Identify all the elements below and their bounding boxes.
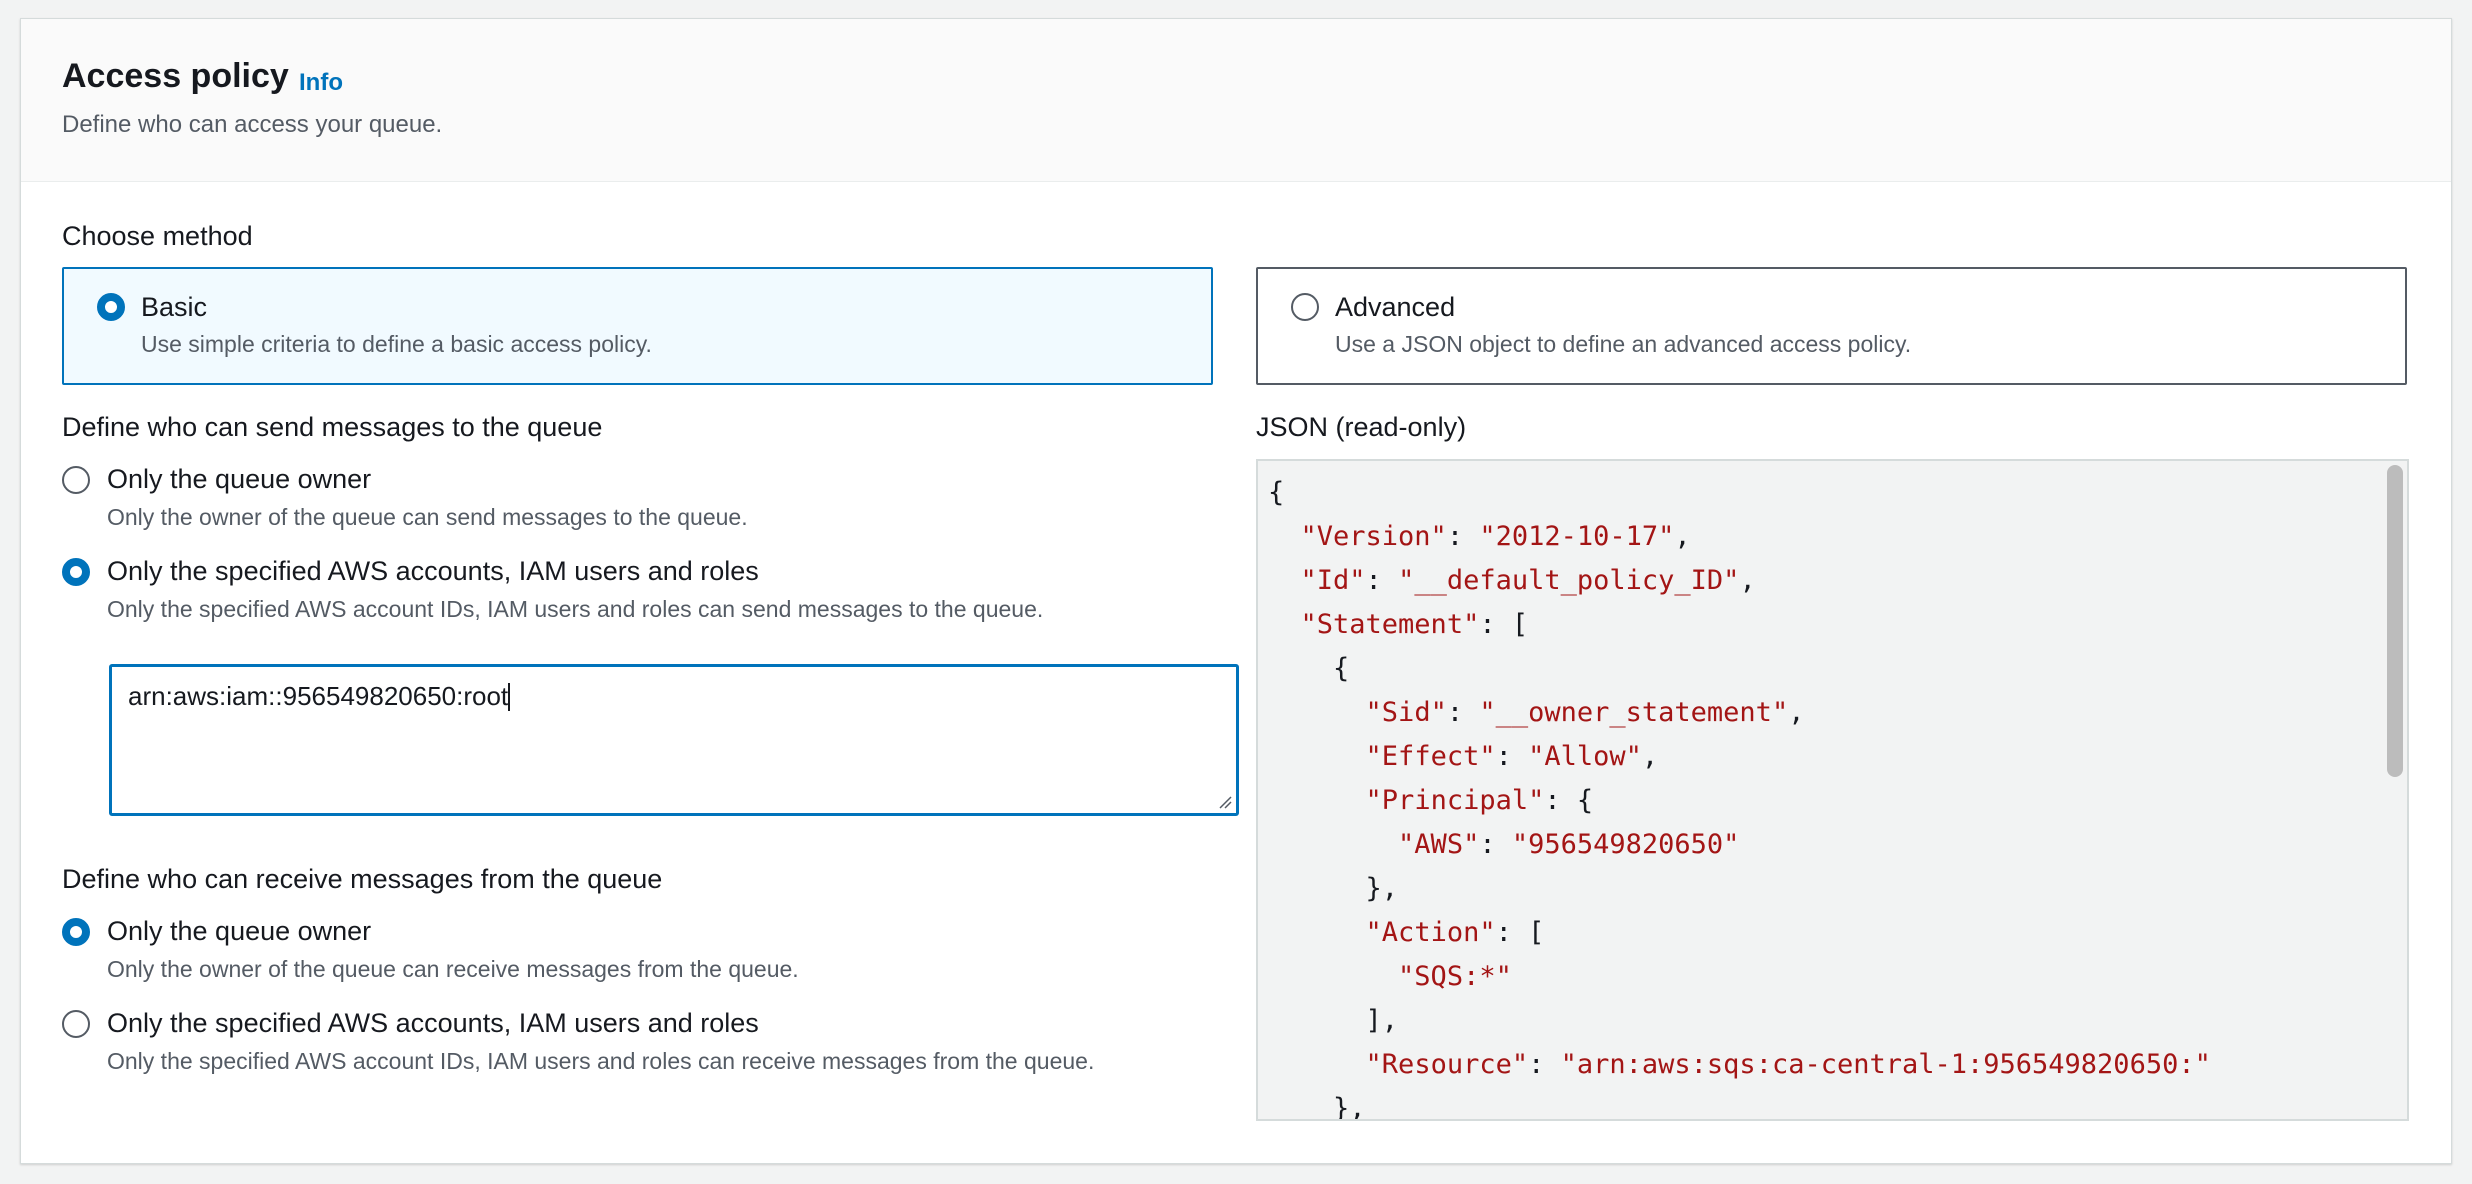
json-punct: : { <box>1544 785 1594 816</box>
json-punct <box>1268 521 1301 552</box>
access-policy-panel: Access policy Info Define who can access… <box>20 18 2452 1164</box>
json-punct: : <box>1446 697 1480 728</box>
resize-grip-icon[interactable] <box>1218 795 1232 809</box>
choose-method-label: Choose method <box>62 221 253 251</box>
json-punct: : [ <box>1479 609 1529 640</box>
send-specified-radio[interactable] <box>62 558 90 586</box>
send-principals-value: arn:aws:iam::956549820650:root <box>128 681 509 711</box>
json-line: "SQS:*" <box>1268 955 2211 999</box>
method-tile-basic[interactable]: Basic Use simple criteria to define a ba… <box>62 267 1213 385</box>
json-string: "arn:aws:sqs:ca-central-1:956549820650:" <box>1560 1049 2211 1080</box>
json-punct: { <box>1268 653 1350 684</box>
json-key: "Statement" <box>1300 609 1480 640</box>
panel-header: Access policy Info Define who can access… <box>21 19 2451 182</box>
json-key: "AWS" <box>1398 829 1480 860</box>
json-line: { <box>1268 647 2211 691</box>
send-owner-label: Only the queue owner <box>107 464 372 494</box>
json-punct <box>1268 785 1366 816</box>
json-punct <box>1268 741 1366 772</box>
json-key: "Id" <box>1300 565 1366 596</box>
send-section-label: Define who can send messages to the queu… <box>62 412 603 442</box>
json-string: "__owner_statement" <box>1479 697 1789 728</box>
json-punct <box>1268 961 1398 992</box>
json-string: "956549820650" <box>1511 829 1740 860</box>
basic-radio[interactable] <box>97 293 125 321</box>
json-punct: ], <box>1268 1005 1399 1036</box>
page-title: Access policy <box>62 57 289 95</box>
send-specified-description: Only the specified AWS account IDs, IAM … <box>107 596 1044 622</box>
send-owner-description: Only the owner of the queue can send mes… <box>107 504 748 530</box>
json-key: "Principal" <box>1365 785 1545 816</box>
json-key: "Version" <box>1300 521 1447 552</box>
json-viewer[interactable]: { "Version": "2012-10-17", "Id": "__defa… <box>1256 459 2409 1121</box>
json-line: "Id": "__default_policy_ID", <box>1268 559 2211 603</box>
json-label: JSON (read-only) <box>1256 412 1467 442</box>
json-line: }, <box>1268 867 2211 911</box>
json-line: "Sid": "__owner_statement", <box>1268 691 2211 735</box>
text-caret <box>508 683 511 711</box>
json-punct: : <box>1528 1049 1561 1080</box>
json-punct <box>1268 917 1366 948</box>
json-line: "Effect": "Allow", <box>1268 735 2211 779</box>
json-key: "Sid" <box>1365 697 1447 728</box>
json-line: "Version": "2012-10-17", <box>1268 515 2211 559</box>
json-punct: : <box>1446 521 1480 552</box>
json-code: { "Version": "2012-10-17", "Id": "__defa… <box>1268 471 2211 1121</box>
json-punct <box>1268 697 1366 728</box>
json-punct: : <box>1365 565 1399 596</box>
basic-description: Use simple criteria to define a basic ac… <box>141 331 652 357</box>
json-key: "Action" <box>1365 917 1496 948</box>
json-punct <box>1268 1049 1366 1080</box>
receive-section-label: Define who can receive messages from the… <box>62 864 663 894</box>
json-punct: : <box>1479 829 1512 860</box>
json-scrollbar-thumb[interactable] <box>2387 465 2403 777</box>
json-line: "Resource": "arn:aws:sqs:ca-central-1:95… <box>1268 1043 2211 1087</box>
send-principals-textarea[interactable]: arn:aws:iam::956549820650:root <box>109 664 1239 816</box>
receive-specified-description: Only the specified AWS account IDs, IAM … <box>107 1048 1095 1074</box>
json-punct: }, <box>1268 873 1399 904</box>
json-line: "Statement": [ <box>1268 603 2211 647</box>
json-punct: , <box>1641 741 1659 772</box>
json-punct: }, <box>1268 1093 1366 1121</box>
json-line: { <box>1268 471 2211 515</box>
json-punct: : [ <box>1495 917 1545 948</box>
page-subtitle: Define who can access your queue. <box>62 111 443 138</box>
method-tile-advanced[interactable]: Advanced Use a JSON object to define an … <box>1256 267 2407 385</box>
json-punct: , <box>1739 565 1756 596</box>
json-string: "SQS:*" <box>1398 961 1512 992</box>
json-line: "Principal": { <box>1268 779 2211 823</box>
receive-owner-label: Only the queue owner <box>107 916 372 946</box>
json-punct: : <box>1495 741 1529 772</box>
send-owner-radio[interactable] <box>62 466 90 494</box>
json-punct: , <box>1788 697 1805 728</box>
json-punct <box>1268 609 1301 640</box>
advanced-description: Use a JSON object to define an advanced … <box>1335 331 1912 357</box>
info-link[interactable]: Info <box>299 69 343 97</box>
json-scrollbar[interactable] <box>2385 465 2403 1117</box>
advanced-label: Advanced <box>1335 292 1456 322</box>
json-punct <box>1268 829 1398 860</box>
receive-owner-description: Only the owner of the queue can receive … <box>107 956 799 982</box>
json-string: "__default_policy_ID" <box>1398 565 1740 596</box>
json-key: "Effect" <box>1365 741 1496 772</box>
json-punct: { <box>1268 477 1285 508</box>
json-line: }, <box>1268 1087 2211 1121</box>
receive-specified-radio[interactable] <box>62 1010 90 1038</box>
advanced-radio[interactable] <box>1291 293 1319 321</box>
json-key: "Resource" <box>1365 1049 1529 1080</box>
json-line: ], <box>1268 999 2211 1043</box>
basic-label: Basic <box>141 292 208 322</box>
json-punct: , <box>1674 521 1691 552</box>
json-string: "Allow" <box>1528 741 1642 772</box>
json-punct <box>1268 565 1301 596</box>
json-line: "Action": [ <box>1268 911 2211 955</box>
receive-owner-radio[interactable] <box>62 918 90 946</box>
json-line: "AWS": "956549820650" <box>1268 823 2211 867</box>
receive-specified-label: Only the specified AWS accounts, IAM use… <box>107 1008 759 1038</box>
json-string: "2012-10-17" <box>1479 521 1675 552</box>
send-specified-label: Only the specified AWS accounts, IAM use… <box>107 556 759 586</box>
